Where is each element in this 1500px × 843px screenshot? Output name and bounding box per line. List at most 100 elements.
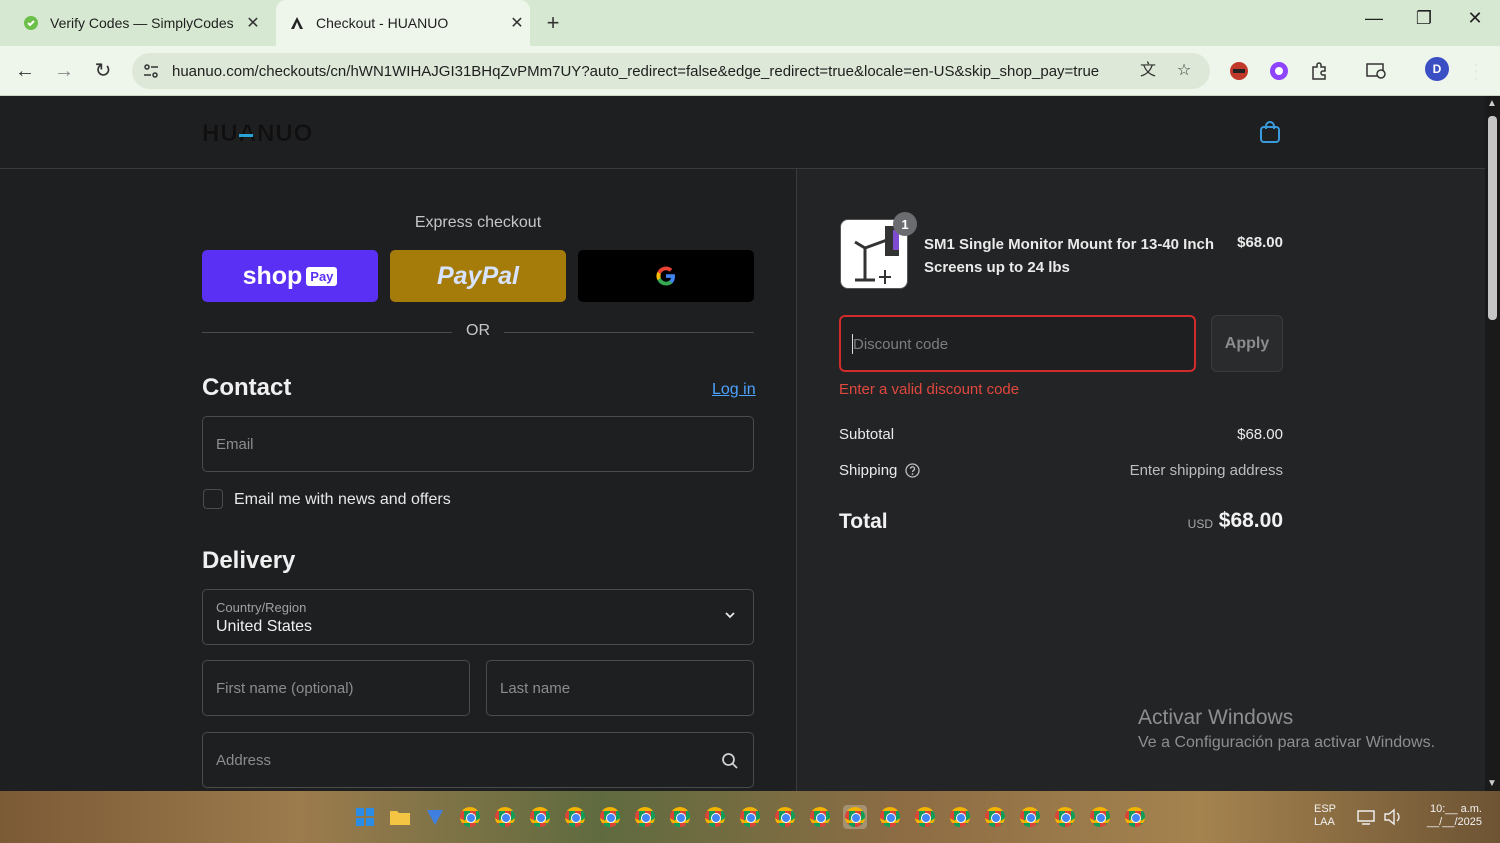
chrome-taskbar-icon[interactable]	[1053, 805, 1077, 829]
logo-text: HUANUO	[202, 120, 314, 147]
chrome-taskbar-icon[interactable]	[948, 805, 972, 829]
chrome-taskbar-icon[interactable]	[808, 805, 832, 829]
total-label: Total	[839, 510, 888, 533]
profile-avatar[interactable]: D	[1425, 57, 1449, 81]
quantity-badge: 1	[893, 212, 917, 236]
tab-simplycodes[interactable]: Verify Codes — SimplyCodes ✕	[8, 0, 266, 46]
country-select[interactable]: Country/Region United States	[202, 589, 754, 645]
language-code: ESP	[1314, 803, 1337, 815]
url-text: huanuo.com/checkouts/cn/hWN1WIHAJGI31BHq…	[172, 62, 1100, 80]
scroll-up-icon[interactable]: ▲	[1487, 98, 1497, 109]
product-title: SM1 Single Monitor Mount for 13-40 Inch …	[924, 236, 1215, 276]
scrollbar-thumb[interactable]	[1488, 116, 1497, 320]
site-info-icon[interactable]	[140, 60, 162, 82]
windows-start-icon[interactable]	[353, 805, 377, 829]
translate-icon[interactable]: 文	[1136, 59, 1160, 83]
restore-icon[interactable]: ❐	[1404, 8, 1444, 29]
google-pay-button[interactable]	[578, 250, 754, 302]
log-in-link[interactable]: Log in	[712, 381, 756, 399]
file-explorer-icon[interactable]	[388, 805, 412, 829]
last-name-field[interactable]: Last name	[486, 660, 754, 716]
chrome-taskbar-icon-active[interactable]	[843, 805, 867, 829]
first-name-placeholder: First name (optional)	[216, 680, 354, 697]
product-price: $68.00	[1237, 234, 1283, 251]
chrome-taskbar-icon[interactable]	[563, 805, 587, 829]
chrome-taskbar-icon[interactable]	[1088, 805, 1112, 829]
reload-icon[interactable]: ↻	[88, 56, 118, 86]
chrome-taskbar-icon[interactable]	[633, 805, 657, 829]
paypal-logo: PayPal	[436, 261, 519, 290]
chrome-taskbar-icon[interactable]	[1123, 805, 1147, 829]
chrome-taskbar-icon[interactable]	[773, 805, 797, 829]
chrome-taskbar-icon[interactable]	[913, 805, 937, 829]
clock[interactable]: 10:__ a.m. __/__/2025	[1420, 803, 1482, 829]
paypal-button[interactable]: PayPal	[390, 250, 566, 302]
chrome-taskbar-icon[interactable]	[738, 805, 762, 829]
email-placeholder: Email	[216, 436, 254, 453]
volume-icon[interactable]	[1381, 805, 1405, 829]
menu-kebab-icon[interactable]: ⋮	[1462, 57, 1490, 85]
first-name-field[interactable]: First name (optional)	[202, 660, 470, 716]
apply-discount-button[interactable]: Apply	[1211, 315, 1283, 372]
shopping-bag-icon[interactable]	[1259, 120, 1281, 144]
shipping-value: Enter shipping address	[1129, 462, 1283, 479]
total-value: $68.00	[1218, 509, 1283, 532]
browser-toolbar: ← → ↻ huanuo.com/checkouts/cn/hWN1WIHAJG…	[0, 46, 1500, 96]
shop-pay-word: shop	[242, 261, 303, 290]
email-field[interactable]: Email	[202, 416, 754, 472]
shipping-label: Shipping	[839, 462, 898, 479]
chrome-taskbar-icon[interactable]	[878, 805, 902, 829]
media-search-icon[interactable]	[1363, 57, 1391, 85]
chrome-taskbar-icon[interactable]	[493, 805, 517, 829]
extension-spy-icon[interactable]	[1225, 57, 1253, 85]
news-offers-checkbox[interactable]	[203, 489, 223, 509]
chrome-taskbar-icon[interactable]	[458, 805, 482, 829]
country-label: Country/Region	[216, 600, 307, 615]
news-offers-label: Email me with news and offers	[234, 491, 451, 508]
column-divider	[796, 169, 797, 791]
discount-error-message: Enter a valid discount code	[839, 381, 1020, 398]
subtotal-value: $68.00	[1237, 426, 1283, 443]
forward-icon[interactable]: →	[49, 56, 79, 86]
chrome-taskbar-icon[interactable]	[528, 805, 552, 829]
checkout-page: HUANUO Express checkout shop Pay PayPal …	[0, 96, 1485, 791]
network-icon[interactable]	[1354, 805, 1378, 829]
simplycodes-favicon-icon	[22, 14, 40, 32]
help-circle-icon[interactable]	[905, 463, 920, 478]
chrome-taskbar-icon[interactable]	[983, 805, 1007, 829]
or-separator: OR	[202, 322, 754, 344]
chrome-taskbar-icon[interactable]	[1018, 805, 1042, 829]
shop-pay-badge: Pay	[306, 266, 338, 286]
vpn-app-icon[interactable]	[423, 805, 447, 829]
discount-code-input[interactable]: Discount code	[839, 315, 1196, 372]
activation-watermark-title: Activar Windows	[1138, 706, 1294, 729]
extension-simplycodes-icon[interactable]	[1265, 57, 1293, 85]
back-icon[interactable]: ←	[10, 56, 40, 86]
huanuo-logo[interactable]: HUANUO	[202, 120, 313, 148]
page-scrollbar[interactable]: ▲ ▼	[1485, 96, 1500, 791]
input-language[interactable]: ESP LAA	[1314, 803, 1336, 829]
activation-watermark-text: Ve a Configuración para activar Windows.	[1138, 734, 1436, 751]
extensions-puzzle-icon[interactable]	[1305, 57, 1333, 85]
country-value: United States	[216, 618, 313, 635]
clock-date: __/__/2025	[1426, 816, 1482, 828]
browser-tabstrip: Verify Codes — SimplyCodes ✕ Checkout - …	[0, 0, 1500, 46]
new-tab-button[interactable]: +	[540, 10, 566, 36]
contact-heading: Contact	[202, 374, 292, 401]
site-header: HUANUO	[0, 96, 1485, 169]
scroll-down-icon[interactable]: ▼	[1487, 778, 1497, 789]
close-tab-icon[interactable]: ✕	[504, 13, 530, 33]
close-tab-icon[interactable]: ✕	[240, 13, 266, 33]
address-field[interactable]: Address	[202, 732, 754, 788]
chrome-taskbar-icon[interactable]	[598, 805, 622, 829]
shop-pay-button[interactable]: shop Pay	[202, 250, 378, 302]
address-bar[interactable]: huanuo.com/checkouts/cn/hWN1WIHAJGI31BHq…	[132, 53, 1210, 89]
or-text: OR	[466, 322, 490, 339]
bookmark-star-icon[interactable]: ☆	[1172, 59, 1196, 83]
chrome-taskbar-icon[interactable]	[668, 805, 692, 829]
tab-checkout[interactable]: Checkout - HUANUO ✕	[276, 0, 530, 46]
huanuo-favicon-icon	[288, 14, 306, 32]
minimize-icon[interactable]: —	[1354, 8, 1394, 29]
close-window-icon[interactable]: ✕	[1455, 8, 1495, 29]
chrome-taskbar-icon[interactable]	[703, 805, 727, 829]
